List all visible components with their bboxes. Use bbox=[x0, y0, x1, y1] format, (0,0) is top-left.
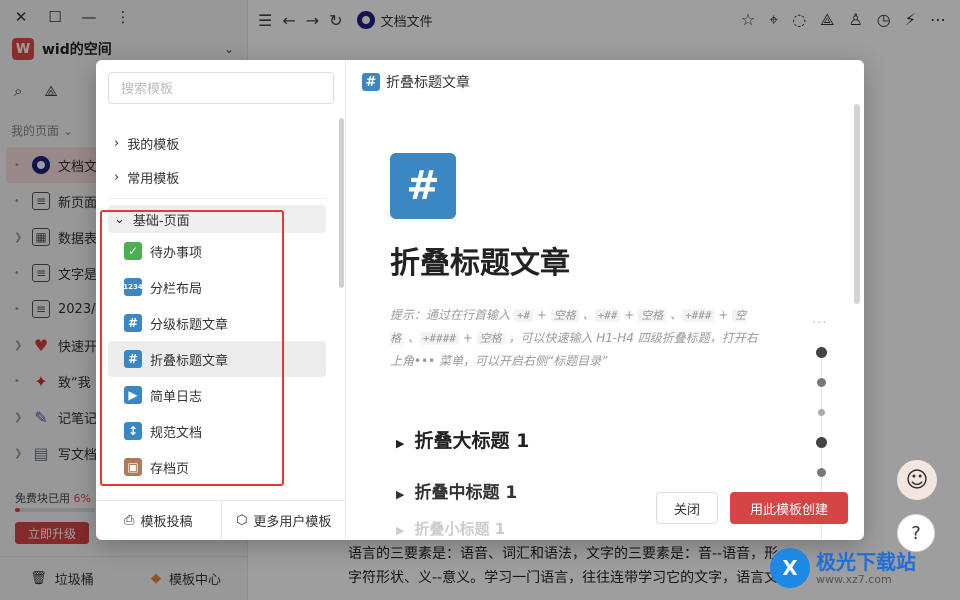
fold-heading-h3[interactable]: ▶ 折叠小标题 1 bbox=[396, 518, 505, 539]
template-item[interactable]: # 分级标题文章 bbox=[108, 305, 326, 341]
app-window: ✕ ☐ — ⋮ W wid的空间 ⌄ ⌕ ⟁ 我的页面 ⌄ • 文档文件 • ≡… bbox=[0, 0, 960, 600]
close-button[interactable]: 关闭 bbox=[656, 492, 718, 524]
category-common-templates[interactable]: › 常用模板 bbox=[108, 160, 326, 194]
template-item-label: 折叠标题文章 bbox=[150, 353, 229, 369]
template-list-footer: ⎙ 模板投稿 ⬡ 更多用户模板 bbox=[96, 500, 346, 540]
template-item[interactable]: ↕ 规范文档 bbox=[108, 413, 326, 449]
toc-dot[interactable] bbox=[817, 378, 826, 387]
template-items: ✓ 待办事项 1234 分栏布局 # 分级标题文章 # 折叠标题文章 ▶ 简单日志 ↕ 规范文档 ▣ 存档… bbox=[108, 233, 326, 485]
toc-dot[interactable] bbox=[816, 347, 827, 358]
preview-header: # 折叠标题文章 bbox=[362, 72, 470, 92]
heading-text: 折叠小标题 1 bbox=[414, 520, 506, 538]
heading-text: 折叠中标题 1 bbox=[414, 483, 518, 503]
template-item[interactable]: # 折叠标题文章 bbox=[108, 341, 326, 377]
preview-title: 折叠标题文章 bbox=[390, 246, 570, 281]
more-user-templates-label: 更多用户模板 bbox=[253, 515, 332, 530]
hint-text: + bbox=[533, 308, 551, 322]
template-item-label: 分级标题文章 bbox=[150, 317, 229, 333]
watermark-title: 极光下载站 bbox=[816, 549, 916, 574]
template-item[interactable]: 1234 分栏布局 bbox=[108, 269, 326, 305]
scrollbar[interactable] bbox=[854, 104, 860, 304]
submit-template-label: 模板投稿 bbox=[140, 515, 193, 530]
template-list-panel: ›我的模板 ›常用模板 ⌄基础-页面 ✓待办事项1234分栏布局#分级标题文章#… bbox=[96, 60, 346, 540]
template-item[interactable]: ▣ 存档页 bbox=[108, 449, 326, 485]
template-item[interactable]: ▶ 简单日志 bbox=[108, 377, 326, 413]
heading-text: 折叠大标题 1 bbox=[414, 430, 530, 452]
hint-key: 空格 bbox=[550, 309, 579, 322]
chevron-right-icon: › bbox=[114, 135, 120, 151]
template-item-label: 待办事项 bbox=[150, 245, 203, 261]
triangle-right-icon: ▶ bbox=[396, 437, 405, 450]
hint-key: 空格 bbox=[476, 332, 505, 345]
hash-icon: # bbox=[124, 350, 142, 368]
scrollbar[interactable] bbox=[339, 118, 344, 288]
hint-key: +# bbox=[513, 309, 534, 322]
template-categories: › 我的模板 › 常用模板 ⌄ 基础-页面 ✓ 待办事项 1234 分栏布局 # 分级标题文章 #… bbox=[108, 126, 326, 485]
chevron-right-icon: › bbox=[114, 169, 120, 185]
play-icon: ▶ bbox=[124, 386, 142, 404]
box-icon: ▣ bbox=[124, 458, 142, 476]
triangle-right-icon: ▶ bbox=[396, 524, 405, 537]
template-item[interactable]: ✓ 待办事项 bbox=[108, 233, 326, 269]
hash-icon: # bbox=[390, 153, 456, 219]
category-label: 基础-页面 bbox=[132, 213, 190, 229]
check-icon: ✓ bbox=[124, 242, 142, 260]
category-basic-page[interactable]: ⌄ 基础-页面 bbox=[108, 205, 326, 233]
watermark-url: www.xz7.com bbox=[816, 572, 892, 586]
preview-hint: 提示：通过在行首输入 +# + 空格 、 +## + 空格 、 +### + 空格 … bbox=[390, 304, 760, 372]
hint-text: + bbox=[458, 331, 477, 345]
more-user-templates-button[interactable]: ⬡ 更多用户模板 bbox=[220, 501, 347, 540]
help-button[interactable]: ? bbox=[897, 514, 935, 552]
hint-key: +## bbox=[594, 309, 621, 322]
updown-icon: ↕ bbox=[124, 422, 142, 440]
category-label: 常用模板 bbox=[127, 171, 180, 187]
toc-dot[interactable] bbox=[816, 437, 827, 448]
toc-more-icon[interactable]: ··· bbox=[812, 316, 827, 331]
hash-icon: # bbox=[362, 73, 380, 91]
chevron-down-icon: ⌄ bbox=[114, 211, 125, 227]
template-preview: # 折叠标题文章 # 折叠标题文章 提示：通过在行首输入 +# + 空格 、 +#… bbox=[346, 60, 864, 540]
fold-heading-h2[interactable]: ▶ 折叠中标题 1 bbox=[396, 478, 517, 503]
template-item-label: 分栏布局 bbox=[150, 281, 203, 297]
hint-key: +### bbox=[681, 309, 715, 322]
hash-icon: # bbox=[124, 314, 142, 332]
hint-text: 、 bbox=[404, 331, 420, 345]
triangle-right-icon: ▶ bbox=[396, 488, 405, 501]
template-modal: ›我的模板 ›常用模板 ⌄基础-页面 ✓待办事项1234分栏布局#分级标题文章#… bbox=[96, 60, 864, 540]
cube-icon: ⬡ bbox=[236, 513, 248, 528]
watermark-logo: X bbox=[770, 548, 810, 588]
hint-key: 空格 bbox=[638, 309, 667, 322]
toc-dot[interactable] bbox=[818, 409, 825, 416]
submit-template-button[interactable]: ⎙ 模板投稿 bbox=[96, 501, 221, 540]
hint-text: 提示：通过在行首输入 bbox=[390, 308, 514, 322]
toc-dot[interactable] bbox=[817, 468, 826, 477]
template-item-label: 存档页 bbox=[150, 461, 190, 477]
hint-text: 、 bbox=[666, 308, 682, 322]
category-label: 我的模板 bbox=[127, 137, 180, 153]
preview-header-title: 折叠标题文章 bbox=[386, 75, 470, 91]
create-from-template-button[interactable]: 用此模板创建 bbox=[730, 492, 848, 524]
submit-icon: ⎙ bbox=[124, 513, 135, 528]
template-search-input[interactable] bbox=[108, 72, 334, 104]
hint-key: +#### bbox=[419, 332, 459, 345]
assistant-avatar[interactable]: ☺ bbox=[897, 460, 937, 500]
hint-text: + bbox=[620, 308, 639, 322]
person-icon: ☺ bbox=[905, 467, 929, 493]
category-my-templates[interactable]: › 我的模板 bbox=[108, 126, 326, 160]
divider bbox=[108, 198, 326, 199]
hint-text: 、 bbox=[578, 308, 595, 322]
watermark-text: 极光下载站 www.xz7.com bbox=[816, 551, 916, 586]
numbers-icon: 1234 bbox=[123, 278, 143, 296]
template-item-label: 规范文档 bbox=[150, 425, 203, 441]
template-item-label: 简单日志 bbox=[150, 389, 203, 405]
hint-text: + bbox=[714, 308, 733, 322]
watermark: X 极光下载站 www.xz7.com bbox=[770, 548, 916, 588]
fold-heading-h1[interactable]: ▶ 折叠大标题 1 bbox=[396, 426, 529, 453]
